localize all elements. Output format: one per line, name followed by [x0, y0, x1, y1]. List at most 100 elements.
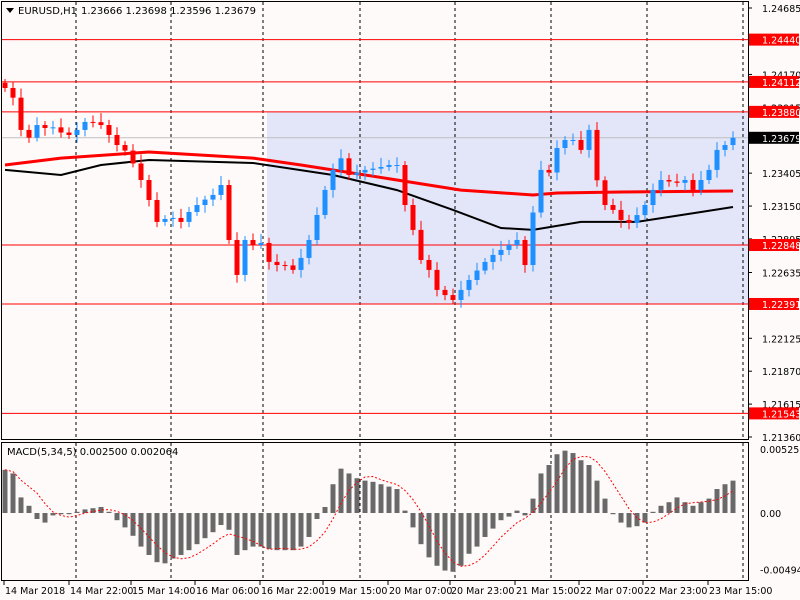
macd-histogram-bar [146, 513, 152, 555]
bullish-candle [586, 129, 592, 150]
bearish-candle [690, 179, 696, 190]
trading-chart[interactable]: 1.246851.241701.239151.234051.231501.228… [0, 0, 800, 600]
bullish-candle [698, 179, 704, 190]
time-label: 21 Mar 15:00 [516, 586, 579, 597]
macd-histogram-bar [370, 481, 376, 513]
macd-histogram-bar [130, 513, 136, 536]
bearish-candle [178, 217, 184, 222]
macd-histogram-bar [690, 505, 696, 513]
symbol-label: EURUSD,H1 [18, 6, 77, 17]
bearish-candle [90, 121, 96, 123]
bearish-candle [578, 139, 584, 150]
macd-histogram-bar [18, 497, 24, 513]
macd-histogram-bar [602, 498, 608, 513]
macd-histogram-bar [106, 511, 112, 513]
bullish-candle [354, 172, 360, 175]
time-label: 22 Mar 23:00 [644, 586, 707, 597]
macd-histogram-bar [34, 513, 40, 519]
bullish-candle [258, 242, 264, 246]
bullish-candle [314, 214, 320, 240]
time-label: 14 Mar 22:00 [70, 586, 133, 597]
macd-histogram-bar [546, 465, 552, 513]
bullish-candle [562, 139, 568, 148]
macd-histogram-bar [290, 513, 296, 551]
bearish-candle [346, 158, 352, 175]
bullish-candle [650, 189, 656, 206]
bearish-candle [2, 82, 8, 88]
bearish-candle [450, 295, 456, 300]
macd-histogram-bar [354, 478, 360, 513]
level-price-label: 1.22848 [762, 241, 800, 252]
bullish-candle [322, 189, 328, 215]
bearish-candle [234, 239, 240, 275]
bearish-candle [410, 205, 416, 230]
bearish-candle [522, 239, 528, 266]
bullish-candle [482, 261, 488, 271]
time-label: 16 Mar 06:00 [196, 586, 259, 597]
macd-histogram-bar [274, 513, 280, 551]
level-price-label: 1.24440 [762, 36, 800, 47]
macd-histogram-bar [402, 510, 408, 513]
bullish-candle [386, 165, 392, 167]
macd-histogram-bar [730, 480, 736, 513]
bullish-candle [218, 185, 224, 195]
time-label: 16 Mar 22:00 [261, 586, 324, 597]
macd-histogram-bar [418, 513, 424, 545]
bearish-candle [266, 242, 272, 262]
price-axis[interactable]: 1.246851.241701.239151.234051.231501.228… [748, 4, 800, 576]
dropdown-triangle-icon[interactable] [6, 8, 14, 13]
bullish-candle [330, 169, 336, 190]
macd-histogram-bar [490, 513, 496, 529]
macd-title: MACD(5,34,5) 0.002500 0.002064 [7, 447, 178, 458]
macd-histogram-bar [162, 513, 168, 564]
macd-histogram-bar [586, 465, 592, 513]
macd-histogram-bar [698, 502, 704, 513]
bullish-candle [538, 169, 544, 213]
macd-histogram-bar [722, 484, 728, 513]
bearish-candle [434, 269, 440, 290]
bearish-candle [618, 209, 624, 220]
bearish-candle [98, 122, 104, 126]
macd-histogram-bar [378, 484, 384, 513]
macd-histogram-bar [498, 513, 504, 521]
macd-histogram-bar [442, 513, 448, 571]
level-price-label: 1.22391 [762, 300, 800, 311]
macd-tick-label: 0.00 [760, 509, 781, 520]
current-price-label: 1.23679 [762, 134, 800, 145]
macd-histogram-bar [306, 513, 312, 537]
price-zone-layer [267, 111, 748, 304]
bearish-candle [602, 180, 608, 206]
macd-histogram-bar [594, 480, 600, 513]
bullish-candle [378, 166, 384, 169]
bearish-candle [138, 163, 144, 180]
macd-histogram-bar [178, 513, 184, 555]
bearish-candle [674, 181, 680, 183]
bullish-candle [210, 194, 216, 200]
bearish-candle [122, 145, 128, 151]
bullish-candle [642, 205, 648, 216]
bullish-candle [506, 245, 512, 250]
time-label: 20 Mar 07:00 [389, 586, 452, 597]
price-tick-label: 1.23405 [762, 169, 800, 180]
bearish-candle [26, 129, 32, 138]
price-tick-label: 1.22635 [762, 268, 800, 279]
bearish-candle [250, 239, 256, 246]
macd-histogram-bar [338, 468, 344, 513]
macd-histogram-bar [618, 513, 624, 523]
bullish-candle [50, 127, 56, 129]
time-label: 14 Mar 2018 [5, 586, 65, 597]
price-tick-label: 1.21870 [762, 367, 800, 378]
bearish-candle [274, 261, 280, 266]
time-axis[interactable]: 14 Mar 2018 14 Mar 22:0015 Mar 14:00 16 Ma… [3, 581, 772, 597]
bearish-candle [290, 265, 296, 270]
macd-histogram-bar [330, 484, 336, 513]
macd-histogram-bar [570, 453, 576, 513]
bearish-candle [546, 169, 552, 173]
macd-histogram-bar [530, 498, 536, 513]
bearish-candle [10, 87, 16, 98]
bullish-candle [202, 199, 208, 206]
bullish-candle [170, 217, 176, 219]
macd-histogram-bar [314, 513, 320, 519]
bullish-candle [186, 211, 192, 222]
macd-histogram-bar [410, 513, 416, 528]
